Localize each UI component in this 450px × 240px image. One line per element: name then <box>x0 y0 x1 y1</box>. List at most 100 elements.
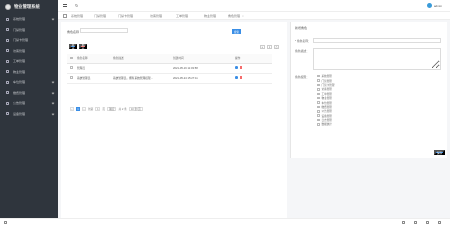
user-name[interactable]: admin <box>434 4 442 8</box>
tab-6[interactable]: 角色管理 × <box>228 14 244 18</box>
prev-page-button[interactable]: ‹ <box>70 107 74 111</box>
permission-label: 门禁卡管理 <box>321 83 335 87</box>
form-title: 新增角色 <box>295 26 308 30</box>
permission-label: 工单管理 <box>321 92 332 96</box>
network-icon[interactable] <box>402 220 405 224</box>
role-name-cell: 管理员 <box>77 63 113 74</box>
column-header[interactable]: 角色描述 <box>113 54 173 64</box>
ticket-icon <box>6 59 9 63</box>
tab-1[interactable]: 门禁管理 <box>94 14 106 18</box>
sidebar-item-1[interactable]: 门禁管理 <box>0 25 58 36</box>
home-icon[interactable] <box>63 14 67 18</box>
tab-2[interactable]: 门禁卡管理 <box>118 14 133 18</box>
permission-checkbox[interactable] <box>317 110 320 113</box>
tab-3[interactable]: 访客管理 <box>150 14 162 18</box>
role-table: 角色名称 角色描述 创建时间 操作 管理员 2021-05-16 11:03:5… <box>67 54 272 84</box>
search-button[interactable]: 搜索 <box>232 29 241 34</box>
tab-label: 角色管理 <box>228 14 241 18</box>
role-form-panel: 新增角色 * 角色名称： 角色描述： 角色权限： 系统管理 门禁管理 门禁卡管理… <box>290 22 447 158</box>
notification-icon[interactable] <box>438 220 441 224</box>
trash-icon[interactable] <box>239 66 242 69</box>
sidebar-item-7[interactable]: 缴费管理 <box>0 88 58 99</box>
trash-icon[interactable] <box>239 76 242 79</box>
logo-icon <box>5 4 11 10</box>
permission-checkbox[interactable] <box>317 83 320 87</box>
permission-label: 车位管理 <box>321 101 332 105</box>
tab-0[interactable]: 系统管理 <box>71 14 83 18</box>
close-icon[interactable]: × <box>242 14 244 18</box>
app-title: 物业管理系统 <box>14 4 40 9</box>
filter-icon[interactable]: ≡ <box>260 45 265 49</box>
select-all-cell[interactable] <box>67 54 77 64</box>
permission-checkbox[interactable] <box>317 101 320 104</box>
permission-checkbox[interactable] <box>317 105 320 109</box>
row-checkbox[interactable] <box>70 66 73 69</box>
sidebar-item-9[interactable]: 设备管理 <box>0 109 58 120</box>
export-icon[interactable]: ⇩ <box>267 45 272 49</box>
volume-icon[interactable] <box>414 220 417 224</box>
edit-icon[interactable] <box>235 76 238 79</box>
device-icon <box>6 112 9 116</box>
sidebar-item-label: 公告管理 <box>13 101 26 106</box>
permission-checkbox[interactable] <box>317 79 320 82</box>
sidebar-item-2[interactable]: 门禁卡管理 <box>0 35 58 46</box>
print-icon[interactable]: ⎙ <box>274 45 279 49</box>
sidebar-item-6[interactable]: 车位管理 <box>0 77 58 88</box>
sidebar-item-0[interactable]: 系统管理 <box>0 14 58 25</box>
sidebar-item-label: 门禁管理 <box>13 27 26 32</box>
door-icon <box>6 28 9 32</box>
permission-item[interactable]: 数据统计 <box>317 122 334 126</box>
next-page-button[interactable]: › <box>82 107 86 111</box>
select-all-checkbox[interactable] <box>70 56 73 59</box>
page-suffix: 页 <box>102 108 106 111</box>
chevron-down-icon <box>51 91 55 94</box>
tab-5[interactable]: 物业管理 <box>204 14 216 18</box>
page-input[interactable]: 1 <box>95 107 101 111</box>
delete-button[interactable]: 删除 <box>79 44 87 51</box>
sidebar-item-4[interactable]: 工单管理 <box>0 56 58 67</box>
sidebar-item-8[interactable]: 公告管理 <box>0 98 58 109</box>
tab-label: 系统管理 <box>71 14 84 18</box>
permission-checkbox[interactable] <box>317 74 320 78</box>
user-menu[interactable]: admin <box>426 3 442 8</box>
tab-4[interactable]: 工单管理 <box>176 14 188 18</box>
tab-bar: 系统管理 门禁管理 门禁卡管理 访客管理 工单管理 物业管理 角色管理 × <box>58 12 450 20</box>
permission-checkbox[interactable] <box>317 123 320 126</box>
current-page[interactable]: 1 <box>76 107 80 111</box>
building-icon <box>6 70 9 74</box>
role-desc-cell: 系统管理员，拥有系统管理权限… <box>113 73 173 84</box>
permission-checkbox[interactable] <box>317 114 320 117</box>
column-header[interactable]: 角色名称 <box>77 54 113 64</box>
sidebar-item-5[interactable]: 物业管理 <box>0 67 58 78</box>
table-row[interactable]: 系统管理员 系统管理员，拥有系统管理权限… 2021-05-24 15:27:1… <box>67 73 272 84</box>
permission-checkbox[interactable] <box>317 118 320 122</box>
start-icon[interactable] <box>4 220 7 224</box>
created-cell: 2021-05-16 11:03:58 <box>173 63 235 74</box>
row-select-cell[interactable] <box>67 63 77 74</box>
row-checkbox[interactable] <box>70 76 73 79</box>
column-header[interactable]: 创建时间 <box>173 54 235 64</box>
permission-checkbox[interactable] <box>317 88 320 91</box>
save-button[interactable]: 保存 <box>434 150 445 155</box>
battery-icon[interactable] <box>426 220 429 224</box>
sidebar-item-3[interactable]: 访客管理 <box>0 46 58 57</box>
edit-icon[interactable] <box>235 66 238 69</box>
menu-toggle-icon[interactable] <box>63 4 67 7</box>
permission-label: 门禁管理 <box>321 79 332 83</box>
tab-label: 门禁管理 <box>94 14 107 18</box>
refresh-icon[interactable]: ↻ <box>75 3 78 8</box>
permission-checkbox[interactable] <box>317 96 320 100</box>
sidebar-item-label: 缴费管理 <box>13 90 26 95</box>
search-input[interactable] <box>80 28 128 33</box>
role-name-field[interactable] <box>313 38 441 43</box>
payment-icon <box>6 91 9 95</box>
chevron-down-icon <box>51 112 55 115</box>
role-desc-field[interactable] <box>313 48 441 70</box>
avatar[interactable] <box>426 3 432 8</box>
add-button[interactable]: 新增 <box>69 44 77 51</box>
row-select-cell[interactable] <box>67 73 77 84</box>
page-size-select[interactable]: 10 条/页 <box>128 107 143 111</box>
goto-confirm-button[interactable]: 确定 <box>107 107 117 111</box>
table-row[interactable]: 管理员 2021-05-16 11:03:58 <box>67 63 272 74</box>
permission-checkbox[interactable] <box>317 92 320 95</box>
